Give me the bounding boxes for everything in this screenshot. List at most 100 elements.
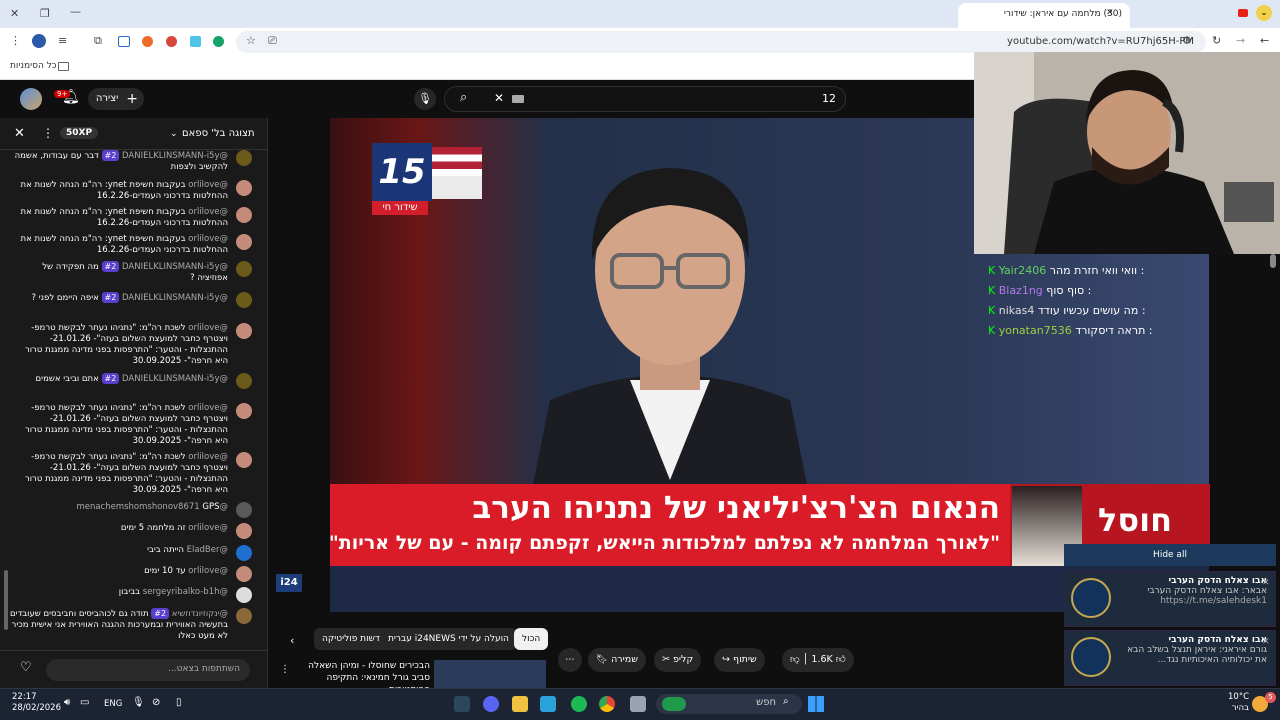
xp-badge[interactable]: 50XP [60,127,99,139]
chat-message: @EladBer הייתה ביבי [10,545,252,561]
restore-window-icon[interactable]: ❐ [40,7,50,20]
chat-username[interactable]: @DANIELKLINSMANN-i5y [122,262,228,272]
reload-icon[interactable]: ↻ [1212,34,1221,47]
telegram-notification[interactable]: אבו צאלח הדסק הערבי גורם איראני: איראן ת… [1064,630,1276,686]
close-tab-icon[interactable]: ✕ [1106,8,1114,18]
chip-uploaded-by[interactable]: הועלה על ידי i24NEWS עברית [380,628,517,650]
app-icon-yellow[interactable] [512,696,528,712]
taskbar-clock[interactable]: 22:17 28/02/2026 [12,692,61,714]
telegram-icon[interactable] [540,696,556,712]
menu-dots-icon[interactable]: ⋮ [10,34,21,47]
related-menu-icon[interactable]: ⋮ [280,664,290,675]
chat-username[interactable]: @orlilove [188,566,228,576]
chat-username[interactable]: @DANIELKLINSMANN-i5y [122,293,228,303]
discord-icon[interactable] [483,696,499,712]
volume-icon[interactable]: 🔊︎ [64,697,70,708]
profile-avatar-icon[interactable] [32,34,46,48]
chat-username[interactable]: @orlilove [188,403,228,413]
extension-icon-6[interactable] [213,36,224,47]
notification-title: אבו צאלח הדסק הערבי [1168,635,1267,645]
heart-icon[interactable]: ♡ [20,660,32,675]
chevron-down-icon[interactable]: ⌄ [170,129,178,139]
extensions-puzzle-icon[interactable]: ⧉ [94,34,102,48]
chip-all[interactable]: הכול [514,628,549,650]
avatar [236,587,252,603]
close-notification-icon[interactable]: ✕ [1262,637,1270,647]
chat-username[interactable]: @sergeyribalko-b1h [143,587,228,597]
bookmark-star-icon[interactable]: ☆ [246,34,256,47]
network-off-icon[interactable]: ⊘ [152,697,160,708]
chat-username[interactable]: @orlilove [188,323,228,333]
chat-scrollbar[interactable] [4,570,8,630]
close-chat-icon[interactable]: ✕ [14,126,25,141]
chat-input[interactable]: השתתפות בצאט... [46,659,250,681]
create-button[interactable]: + יצירה [88,88,144,110]
dislike-icon[interactable]: 👎︎ [790,654,800,665]
extension-icon-3[interactable] [142,36,153,47]
chat-message: @orlilove עד 10 ימים [10,566,252,582]
microphone-icon[interactable]: 🎙︎ [132,697,145,708]
clear-search-icon[interactable]: ✕ [494,91,504,105]
chat-username[interactable]: @orlilove [188,452,228,462]
chat-username[interactable]: @EladBer [187,545,228,555]
weather-widget[interactable]: 10°C בהיר [1228,692,1249,714]
notification-center-badge[interactable]: 5 [1265,692,1276,703]
chat-username[interactable]: @ינקוזיונדוזשיא [172,609,228,619]
chat-username[interactable]: @orlilove [188,180,228,190]
tab-search-icon[interactable]: ⌄ [1256,5,1272,21]
browser-tab-youtube[interactable]: (30) מלחמה עם איראן: שידורי [958,3,1130,28]
language-indicator[interactable]: ENG [104,699,122,709]
voice-search-icon[interactable]: 🎙︎ [414,88,436,110]
share-button[interactable]: ↪ שיתוף [714,648,765,672]
url-text[interactable]: youtube.com/watch?v=RU7hj65H-PM [1007,36,1194,47]
more-actions-icon[interactable]: ⋯ [558,648,582,672]
chat-username[interactable]: @DANIELKLINSMANN-i5y [122,151,228,161]
bookmarks-bar [0,56,974,80]
chat-username[interactable]: @orlilove [188,234,228,244]
chat-mode-selector[interactable]: תצוגה בל' ספאם [182,128,255,139]
chrome-icon[interactable] [599,696,615,712]
forward-icon[interactable]: → [1236,34,1245,47]
site-settings-icon[interactable]: ⚙ [1182,34,1192,47]
widgets-icon[interactable] [662,697,686,711]
account-avatar[interactable] [20,88,42,110]
keyboard-icon[interactable] [512,95,524,103]
close-window-icon[interactable]: ✕ [10,7,19,20]
display-icon[interactable]: ▭ [80,697,89,708]
live-label: שידור חי [372,201,428,215]
extension-icon-5[interactable] [190,36,201,47]
close-notification-icon[interactable]: ✕ [1262,578,1270,588]
back-icon[interactable]: ← [1260,34,1269,47]
chat-username[interactable]: @orlilove [188,207,228,217]
all-bookmarks-link[interactable]: כל הסימניות [10,61,57,71]
steam-icon[interactable] [454,696,470,712]
related-video-title[interactable]: הבכירים שחוסלו - ומיהן השאלה סביב גורל ח… [290,660,430,695]
spotify-icon[interactable] [571,696,587,712]
related-thumbnail[interactable] [434,660,546,688]
search-input[interactable] [444,86,846,112]
clip-button[interactable]: ✂ קליפ [654,648,702,672]
task-view-icon[interactable] [630,696,646,712]
search-icon[interactable]: ⌕ [460,90,467,105]
windows-start-icon[interactable] [808,696,824,712]
extension-icon-1[interactable]: ≡ [58,34,67,47]
chat-text: איפה היימם לפני ? [31,293,99,303]
like-count[interactable]: 1.6K [811,654,832,665]
page-scrollbar[interactable] [1270,254,1276,268]
search-query: 12 [822,92,836,105]
chat-username[interactable]: @DANIELKLINSMANN-i5y [122,374,228,384]
extension-icon-2[interactable] [118,36,130,47]
chat-username[interactable]: @orlilove [188,523,228,533]
notification-link[interactable]: https://t.me/salehdesk1 [1123,596,1267,606]
save-button[interactable]: 🔖︎ שמירה [588,648,646,672]
chat-menu-icon[interactable]: ⋮ [42,126,54,140]
battery-icon[interactable]: ▯ [176,697,182,708]
cast-icon[interactable]: ⎚ [268,34,277,48]
chevron-left-icon[interactable]: ‹ [290,634,294,647]
extension-icon-4[interactable] [166,36,177,47]
like-icon[interactable]: 👍︎ [836,654,846,665]
hide-all-button[interactable]: Hide all [1064,544,1276,566]
telegram-notification[interactable]: אבו צאלח הדסק הערבי אבאר: אבו צאלח הדסק … [1064,571,1276,627]
chat-text: בביבון [118,587,141,597]
minimize-window-icon[interactable]: — [70,5,81,18]
